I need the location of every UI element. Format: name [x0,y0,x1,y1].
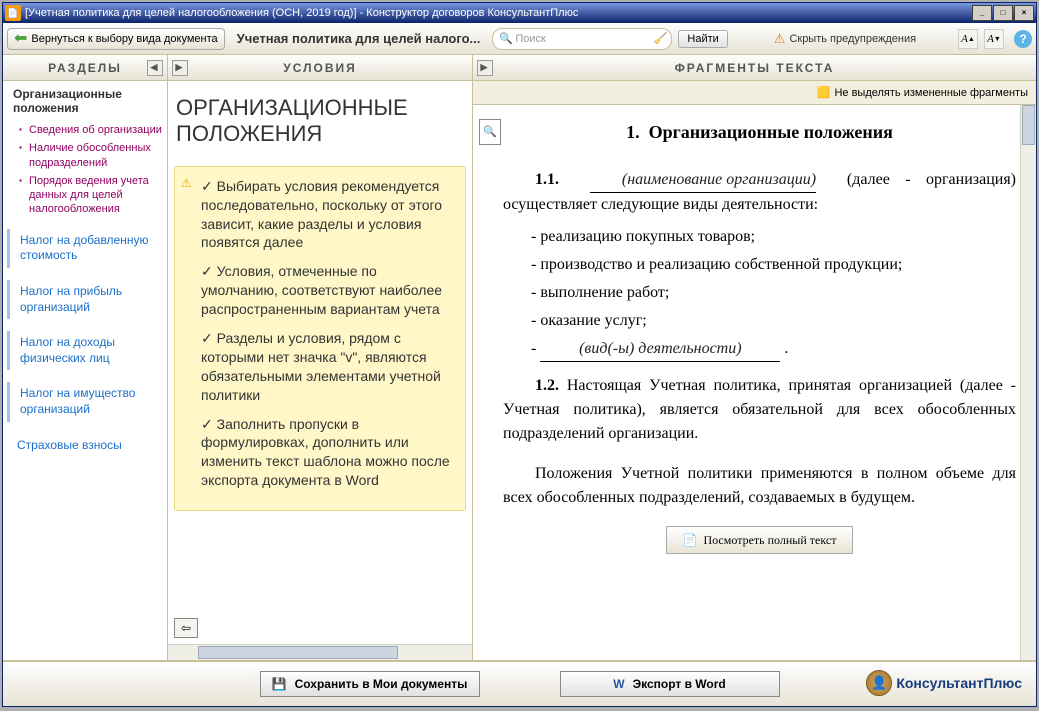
fragments-toolbar: 🟨 Не выделять измененные фрагменты [473,81,1036,105]
highlight-toggle[interactable]: Не выделять измененные фрагменты [834,87,1028,99]
vertical-scrollbar[interactable] [1020,105,1036,660]
find-button[interactable]: Найти [678,30,727,48]
sidebar-sub-item[interactable]: Наличие обособленных подразделений [19,139,163,172]
activity-list: реализацию покупных товаров; производств… [531,225,1016,362]
sidebar-item-income[interactable]: Налог на доходы физических лиц [7,331,163,370]
brand-logo: 👤 КонсультантПлюс [866,670,1022,696]
preview-icon[interactable]: 🔍 [479,119,501,145]
sidebar-item-property[interactable]: Налог на имущество организаций [7,382,163,421]
fragments-panel: ▶ ФРАГМЕНТЫ ТЕКСТА 🟨 Не выделять изменен… [473,55,1036,660]
list-item: (вид(-ы) деятельности) . [531,337,1016,362]
list-item: оказание услуг; [531,309,1016,333]
font-increase-button[interactable]: A▲ [958,29,978,49]
tip-paragraph: Разделы и условия, рядом с которыми нет … [201,329,453,405]
paragraph-1-1: 1.1. (наименование организации) (далее -… [503,168,1016,217]
brand-mascot-icon: 👤 [866,670,892,696]
document-title: Учетная политика для целей налого... [231,31,487,46]
paragraph-1-2: 1.2. Настоящая Учетная политика, принята… [503,374,1016,446]
maximize-button[interactable]: □ [993,5,1013,21]
scroll-thumb[interactable] [1022,105,1035,145]
back-button[interactable]: ⬅ Вернуться к выбору вида документа [7,28,225,50]
footer: 💾 Сохранить в Мои документы W Экспорт в … [3,660,1036,706]
close-button[interactable]: × [1014,5,1034,21]
horizontal-scrollbar[interactable] [168,644,472,660]
conditions-panel: ▶ УСЛОВИЯ ОРГАНИЗАЦИОННЫЕ ПОЛОЖЕНИЯ ⚠ Вы… [168,55,473,660]
search-input[interactable]: Поиск [492,28,672,50]
arrow-left-icon: ⬅ [14,31,27,47]
tip-paragraph: Заполнить пропуски в формулировках, допо… [201,415,453,491]
sidebar-item-profit[interactable]: Налог на прибыль организаций [7,280,163,319]
save-icon: 💾 [272,677,287,691]
list-item: производство и реализацию собственной пр… [531,253,1016,277]
expand-sections-button[interactable]: ▶ [172,60,188,76]
sidebar-item-insurance[interactable]: Страховые взносы [7,434,163,458]
hide-warnings-button[interactable]: ⚠ Скрыть предупреждения [774,31,916,47]
view-full-text-button[interactable]: 📄 Посмотреть полный текст [666,526,854,554]
nav-back-button[interactable]: ⇦ [174,618,198,638]
collapse-sections-button[interactable]: ◀ [147,60,163,76]
fragments-body: 🔍 1. Организационные положения 1.1. (наи… [473,105,1036,660]
highlight-icon: 🟨 [817,86,831,99]
export-word-button[interactable]: W Экспорт в Word [560,671,780,697]
document-icon: 📄 [683,531,698,549]
sidebar-item-nds[interactable]: Налог на добавленную стоимость [7,229,163,268]
list-item: выполнение работ; [531,281,1016,305]
conditions-header: ▶ УСЛОВИЯ [168,55,472,81]
conditions-title: ОРГАНИЗАЦИОННЫЕ ПОЛОЖЕНИЯ [176,95,464,148]
title-bar: 📄 [Учетная политика для целей налогообло… [3,3,1036,23]
sidebar-sub-item[interactable]: Сведения об организации [19,121,163,139]
fragment-heading: 1. Организационные положения [503,119,1016,146]
help-button[interactable]: ? [1014,30,1032,48]
window-title: [Учетная политика для целей налогообложе… [25,7,972,19]
app-icon: 📄 [5,5,21,21]
back-button-label: Вернуться к выбору вида документа [31,33,217,45]
tip-box: ⚠ Выбирать условия рекомендуется последо… [174,166,466,511]
tip-paragraph: Выбирать условия рекомендуется последова… [201,177,453,253]
sections-panel: РАЗДЕЛЫ ◀ Организационные положения Свед… [3,55,168,660]
list-item: реализацию покупных товаров; [531,225,1016,249]
word-icon: W [613,677,624,691]
warning-icon: ⚠ [774,31,786,47]
expand-conditions-button[interactable]: ▶ [477,60,493,76]
font-decrease-button[interactable]: A▼ [984,29,1004,49]
tip-paragraph: Условия, отмеченные по умолчанию, соотве… [201,262,453,319]
minimize-button[interactable]: _ [972,5,992,21]
paragraph-extra: Положения Учетной политики применяются в… [503,462,1016,510]
main-toolbar: ⬅ Вернуться к выбору вида документа Учет… [3,23,1036,55]
sections-header: РАЗДЕЛЫ ◀ [3,55,167,81]
fragments-header: ▶ ФРАГМЕНТЫ ТЕКСТА [473,55,1036,81]
scroll-thumb[interactable] [198,646,398,659]
sidebar-sub-item[interactable]: Порядок ведения учета данных для целей н… [19,172,163,219]
tip-warning-icon: ⚠ [181,175,192,191]
section-active[interactable]: Организационные положения [7,87,163,115]
save-button[interactable]: 💾 Сохранить в Мои документы [260,671,480,697]
